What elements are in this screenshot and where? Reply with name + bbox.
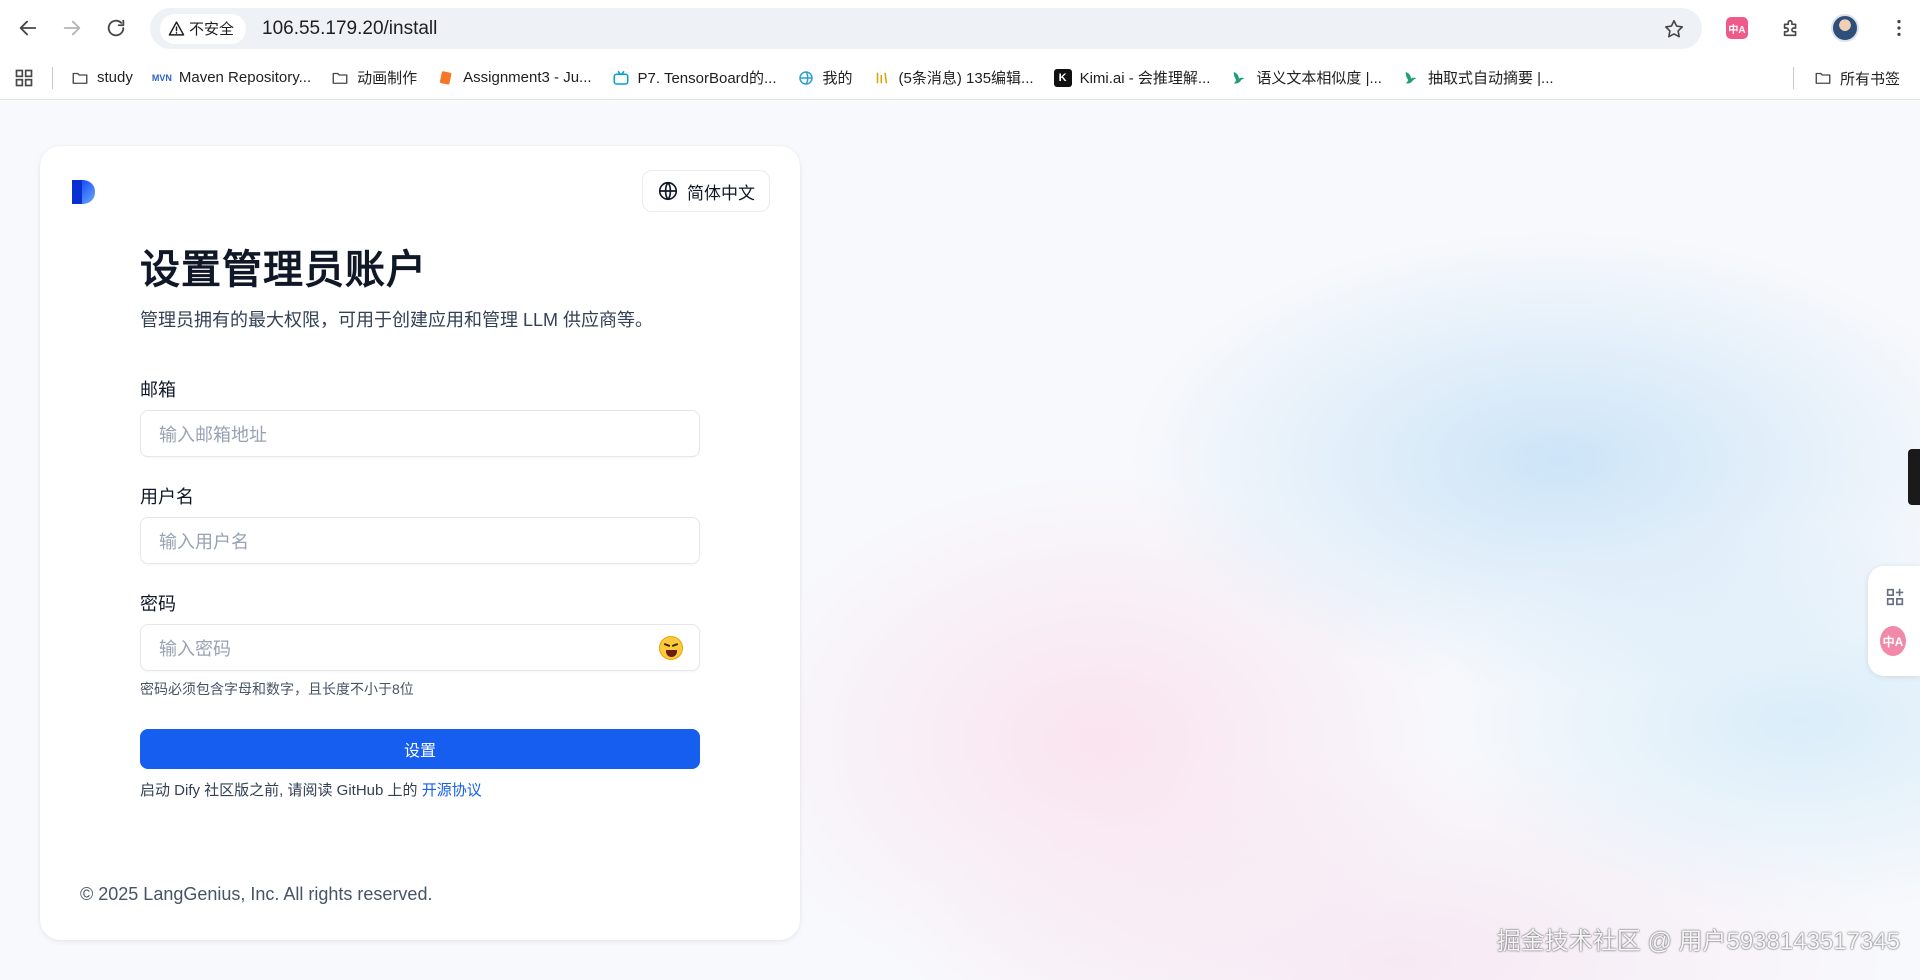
avatar: [1831, 14, 1859, 42]
language-selector[interactable]: 简体中文: [642, 170, 770, 212]
jupyter-icon: [437, 69, 455, 87]
folder-icon: [331, 69, 349, 87]
translate-icon: 中A: [1880, 626, 1906, 656]
globe-icon: [658, 181, 678, 201]
all-bookmarks-area: 所有书签: [1792, 62, 1910, 94]
qr-grid-icon: [1886, 588, 1904, 606]
bookmark-item[interactable]: 语义文本相似度 |...: [1220, 62, 1392, 94]
email-label: 邮箱: [140, 380, 176, 400]
license-link[interactable]: 开源协议: [422, 782, 482, 799]
globe-icon: [797, 69, 815, 87]
copyright-footer: © 2025 LangGenius, Inc. All rights reser…: [80, 884, 433, 904]
forward-button[interactable]: [52, 8, 92, 48]
back-button[interactable]: [8, 8, 48, 48]
password-label: 密码: [140, 594, 176, 614]
security-label: 不安全: [189, 21, 235, 38]
divider: [52, 66, 53, 89]
show-password-toggle-icon[interactable]: [659, 636, 683, 660]
star-icon: [1664, 19, 1684, 38]
side-translate-button[interactable]: 中A: [1880, 626, 1906, 656]
arrow-left-icon: [19, 20, 37, 36]
bookmark-label: study: [97, 69, 133, 86]
arrow-right-icon: [63, 20, 81, 36]
email-placeholder: 输入邮箱地址: [159, 424, 267, 445]
toolbar-extensions: 中A: [1718, 8, 1918, 48]
warning-icon: [168, 21, 185, 36]
bookmark-item[interactable]: 我的: [787, 62, 863, 94]
more-vertical-icon: [1897, 19, 1901, 37]
reload-icon: [107, 19, 125, 37]
password-placeholder: 输入密码: [159, 638, 231, 659]
language-label: 简体中文: [687, 183, 755, 203]
bookmark-label: Maven Repository...: [178, 69, 312, 86]
bookmark-item[interactable]: study: [61, 62, 143, 94]
side-toolbar: 中A: [1868, 566, 1920, 676]
bookmark-item[interactable]: 抽取式自动摘要 |...: [1392, 62, 1564, 94]
folder-icon: [1814, 69, 1832, 87]
bookmark-label: 动画制作: [357, 70, 418, 87]
bookmark-label: 抽取式自动摘要 |...: [1427, 70, 1554, 87]
security-indicator[interactable]: 不安全: [160, 13, 247, 44]
bookmark-label: Assignment3 - Ju...: [463, 69, 592, 86]
qr-add-button[interactable]: [1882, 584, 1908, 610]
divider: [1792, 67, 1794, 89]
username-field[interactable]: 输入用户名: [140, 517, 700, 564]
submit-label: 设置: [403, 743, 436, 760]
username-label: 用户名: [140, 487, 194, 507]
password-hint: 密码必须包含字母和数字，且长度不小于8位: [140, 681, 414, 697]
csdn-icon: [873, 69, 891, 87]
translate-extension-button[interactable]: 中A: [1718, 9, 1756, 47]
side-drawer-handle[interactable]: [1908, 449, 1920, 505]
folder-icon: [71, 69, 89, 87]
bookmark-item[interactable]: 动画制作: [321, 62, 427, 94]
dify-logo-icon: [72, 180, 95, 204]
apps-button[interactable]: [0, 56, 48, 100]
setup-card: 简体中文 设置管理员账户 管理员拥有的最大权限，可用于创建应用和管理 LLM 供…: [40, 146, 800, 940]
install-page: 简体中文 设置管理员账户 管理员拥有的最大权限，可用于创建应用和管理 LLM 供…: [0, 101, 1920, 980]
address-bar[interactable]: 不安全 106.55.179.20/install: [150, 8, 1702, 49]
kimi-icon: K: [1053, 68, 1072, 87]
bookmark-label: P7. TensorBoard的...: [637, 70, 777, 87]
puzzle-icon: [1783, 19, 1797, 37]
extensions-button[interactable]: [1772, 9, 1810, 47]
email-field[interactable]: 输入邮箱地址: [140, 410, 700, 457]
setup-submit-button[interactable]: 设置: [140, 729, 700, 769]
setup-form: 设置管理员账户 管理员拥有的最大权限，可用于创建应用和管理 LLM 供应商等。 …: [140, 246, 700, 800]
license-notice: 启动 Dify 社区版之前, 请阅读 GitHub 上的 开源协议: [140, 779, 700, 800]
profile-button[interactable]: [1826, 9, 1864, 47]
bird-icon: [1230, 69, 1248, 87]
all-bookmarks-label: 所有书签: [1839, 70, 1900, 88]
email-group: 邮箱 输入邮箱地址: [140, 378, 700, 457]
bookmark-item[interactable]: (5条消息) 135编辑...: [863, 62, 1044, 94]
username-group: 用户名 输入用户名: [140, 485, 700, 564]
bookmark-item[interactable]: MVN Maven Repository...: [143, 62, 321, 94]
browser-toolbar: 不安全 106.55.179.20/install 中A: [0, 0, 1920, 56]
bilibili-icon: [612, 69, 630, 87]
url-text[interactable]: 106.55.179.20/install: [262, 18, 437, 40]
bookmark-star-button[interactable]: [1660, 15, 1688, 43]
password-field[interactable]: 输入密码: [140, 624, 700, 671]
reload-button[interactable]: [96, 8, 136, 48]
page-title: 设置管理员账户: [140, 248, 427, 292]
bookmark-item[interactable]: K Kimi.ai - 会推理解...: [1044, 62, 1221, 94]
license-text: 启动 Dify 社区版之前, 请阅读 GitHub 上的: [140, 782, 418, 799]
apps-grid-icon: [15, 69, 33, 86]
page-subtitle: 管理员拥有的最大权限，可用于创建应用和管理 LLM 供应商等。: [140, 310, 654, 330]
bookmark-label: (5条消息) 135编辑...: [898, 70, 1034, 87]
all-bookmarks-button[interactable]: 所有书签: [1804, 62, 1910, 94]
username-placeholder: 输入用户名: [159, 531, 249, 552]
bookmark-label: Kimi.ai - 会推理解...: [1079, 70, 1211, 87]
bookmark-label: 语义文本相似度 |...: [1256, 70, 1382, 87]
menu-button[interactable]: [1880, 9, 1918, 47]
bookmark-item[interactable]: Assignment3 - Ju...: [427, 62, 601, 94]
watermark: 掘金技术社区 @ 用户5938143517345: [1496, 928, 1900, 955]
password-group: 密码 输入密码 密码必须包含字母和数字，且长度不小于8位: [140, 592, 700, 699]
bookmark-label: 我的: [822, 70, 853, 87]
mvn-icon: MVN: [151, 72, 172, 83]
bird-icon: [1402, 69, 1420, 87]
bookmark-item[interactable]: P7. TensorBoard的...: [602, 62, 787, 94]
bookmarks-bar: study MVN Maven Repository... 动画制作 Assig…: [0, 56, 1920, 100]
translate-icon: 中A: [1726, 17, 1748, 39]
